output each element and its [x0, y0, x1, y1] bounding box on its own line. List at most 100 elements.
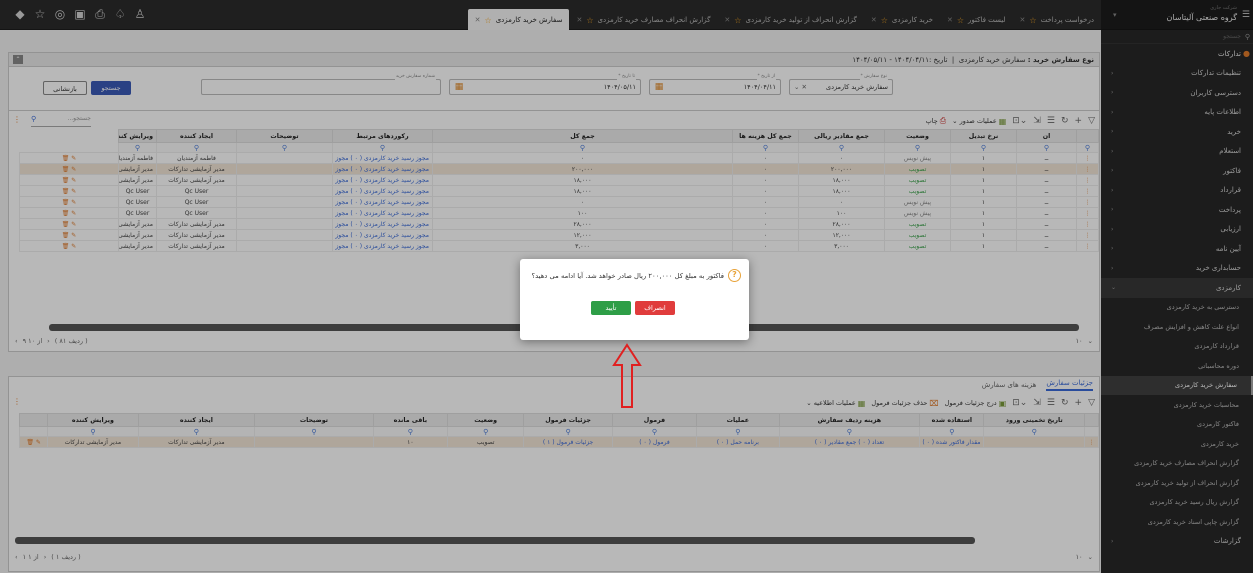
palette-icon[interactable]: ◎ [54, 7, 66, 21]
related-link[interactable]: مجوز حواله انتقال ( ۰ ) [334, 155, 349, 162]
filter-cell[interactable]: ⚲ [778, 426, 921, 437]
related-link[interactable]: مجوز رسید خرید کارمزدی ( ۰ ) [350, 188, 429, 195]
filter-cell[interactable]: ⚲ [523, 426, 613, 437]
related-link[interactable]: مجوز حواله انتقال ( ۰ ) [334, 199, 349, 206]
search-button[interactable]: جستجو [91, 81, 131, 95]
export-icon[interactable]: ⇲ [1033, 398, 1041, 408]
filter-cell[interactable]: ⚲ [884, 142, 951, 153]
pager-nav[interactable]: ‹ [15, 337, 18, 345]
row-menu[interactable]: ⋮ [1076, 196, 1099, 208]
filter-cell[interactable]: ⚲ [47, 426, 139, 437]
list-icon[interactable]: ☰ [1047, 116, 1055, 126]
edit-icon[interactable]: ✎ [71, 232, 76, 239]
related-link[interactable]: مجوز رسید خرید کارمزدی ( ۰ ) [350, 155, 429, 162]
table-row[interactable]: ⋮ ــ ۱ تصویب ۱۸,۰۰۰ ۰ ۱۸,۰۰۰ مجوز رسید خرید کار… [19, 174, 1099, 186]
column-header[interactable]: باقی مانده [372, 413, 449, 427]
delete-icon[interactable]: 🗑 [62, 232, 72, 239]
tab-0[interactable]: درخواست پرداخت ☆ ✕ [1013, 9, 1101, 31]
related-link[interactable]: مجوز رسید خرید کارمزدی ( ۰ ) [350, 232, 429, 239]
related-link[interactable]: مجوز حواله انتقال ( ۰ ) [334, 166, 349, 173]
sidebar-item-7[interactable]: پرداخت ‹ [1101, 200, 1253, 220]
sidebar-item-procurement[interactable]: ● تدارکات [1101, 44, 1253, 64]
ops-cell[interactable]: برنامه حمل ( ۰ ) [696, 436, 780, 448]
delete-icon[interactable]: 🗑 [62, 210, 72, 217]
reset-button[interactable]: بازنشانی [43, 81, 87, 95]
filter-cell[interactable]: ⚲ [432, 142, 733, 153]
edit-icon[interactable]: ✎ [71, 221, 76, 228]
more-icon[interactable]: ⋮ [13, 397, 21, 406]
sidebar-item-4[interactable]: استعلام ‹ [1101, 142, 1253, 162]
column-header[interactable]: استفاده شده [919, 413, 985, 427]
image-icon[interactable]: ▣ [74, 7, 86, 21]
page-indicator[interactable]: ۱ از ۱ [23, 553, 39, 561]
cancel-button[interactable]: انصراف [635, 301, 675, 315]
related-link[interactable]: مجوز رسید خرید کارمزدی ( ۰ ) [350, 243, 429, 250]
windows-logo-icon[interactable]: ◆ [14, 7, 26, 21]
star-icon[interactable]: ☆ [881, 16, 888, 25]
horizontal-scrollbar[interactable] [15, 537, 975, 544]
sidebar-subitem-7[interactable]: خرید کارمزدی [1101, 434, 1253, 454]
export-excel-icon[interactable]: ⊡⌄ [1012, 116, 1027, 126]
bell-icon[interactable]: ♤ [114, 7, 126, 21]
edit-icon[interactable]: ✎ [71, 210, 76, 217]
refresh-icon[interactable]: ↻ [1061, 116, 1069, 126]
row-menu[interactable]: ⋮ [1076, 240, 1099, 252]
column-header[interactable]: ویرایش کننده [47, 413, 139, 427]
notice-ops-menu[interactable]: ▦ عملیات اطلاعیه ⌄ [806, 399, 865, 408]
delete-icon[interactable]: 🗑 [62, 166, 72, 173]
table-row[interactable]: ⋮ ــ ۱ تصویب ۲۸,۰۰۰ ۰ ۲۸,۰۰۰ مجوز رسید خرید کار… [19, 218, 1099, 230]
sidebar-subitem-4[interactable]: سفارش خرید کارمزدی [1101, 375, 1253, 395]
refresh-icon[interactable]: ↻ [1061, 398, 1069, 408]
edit-icon[interactable]: ✎ [71, 243, 76, 250]
filter-cell[interactable]: ⚲ [137, 426, 256, 437]
filter-cell[interactable]: ⚲ [798, 142, 885, 153]
tab-3[interactable]: گزارش انحراف از تولید خرید کارمزدی ☆ ✕ [717, 9, 863, 31]
related-link[interactable]: مجوز حواله انتقال ( ۰ ) [334, 232, 349, 239]
related-link[interactable]: مجوز رسید خرید کارمزدی ( ۰ ) [350, 177, 429, 184]
user-icon[interactable]: ♙ [134, 7, 146, 21]
sidebar-subitem-10[interactable]: گزارش ریال رسید خرید کارمزدی [1101, 493, 1253, 513]
column-header[interactable]: وضعیت [447, 413, 525, 427]
formula-cell[interactable]: فرمول ( ۰ ) [611, 436, 698, 448]
filter-icon[interactable]: ▽ [1088, 398, 1095, 408]
grid-search[interactable]: جستجو... ⚲ [31, 115, 91, 127]
filter-cell[interactable] [1083, 426, 1099, 437]
pager-nav[interactable]: › [44, 553, 47, 561]
from-date-field[interactable]: از تاریخ * ۱۴۰۴/۰۴/۱۱ ▦ [649, 74, 781, 95]
column-header[interactable]: ویرایش کننده [118, 129, 157, 143]
filter-cell[interactable]: ⚲ [372, 426, 449, 437]
column-header[interactable]: هزینه ردیف سفارش [778, 413, 921, 427]
close-icon[interactable]: ✕ [1020, 16, 1026, 24]
sidebar-item-10[interactable]: حسابداری خرید ‹ [1101, 259, 1253, 279]
sidebar-subitem-9[interactable]: گزارش انحراف از تولید خرید کارمزدی [1101, 473, 1253, 493]
tab-1[interactable]: لیست فاکتور ☆ ✕ [940, 9, 1013, 31]
page-indicator[interactable]: ۹ از ۱۰ [23, 337, 43, 345]
sidebar-item-2[interactable]: اطلاعات پایه ‹ [1101, 103, 1253, 123]
related-link[interactable]: مجوز حواله انتقال ( ۰ ) [334, 243, 349, 250]
collapse-icon[interactable]: ⌃ [13, 55, 23, 64]
sidebar-item-reports[interactable]: گزارشات ‹ [1101, 532, 1253, 552]
column-header[interactable]: رکوردهای مرتبط [332, 129, 433, 143]
sidebar-subitem-3[interactable]: دوره محاسباتی [1101, 356, 1253, 376]
page-size[interactable]: ۱۰ ⌄ [1076, 337, 1093, 345]
row-menu[interactable]: ⋮ [1076, 163, 1099, 175]
sidebar-item-6[interactable]: قرارداد ‹ [1101, 181, 1253, 201]
filter-icon[interactable]: ▽ [1088, 116, 1095, 126]
table-row[interactable]: ⋮ ــ ۱ پیش نویس ۰ ۰ ۰ مجوز رسید خرید کارمزدی ( … [19, 152, 1099, 164]
print-icon[interactable]: ⎙ [94, 7, 106, 21]
sidebar-subitem-1[interactable]: انواع علت کاهش و افزایش مصرف [1101, 317, 1253, 337]
sidebar-subitem-6[interactable]: فاکتور کارمزدی [1101, 415, 1253, 435]
delete-icon[interactable]: 🗑 [62, 188, 72, 195]
column-header[interactable]: جمع کل [432, 129, 733, 143]
close-icon[interactable]: ✕ [947, 16, 953, 24]
edit-icon[interactable]: ✎ [71, 155, 76, 162]
row-menu[interactable]: ⋮ [1076, 185, 1099, 197]
column-header[interactable]: جمع مقادیر ریالی [798, 129, 885, 143]
related-link[interactable]: مجوز حواله انتقال ( ۰ ) [334, 188, 349, 195]
column-header[interactable]: وضعیت [884, 129, 951, 143]
column-header[interactable]: ایجاد کننده [156, 129, 237, 143]
issue-ops-menu[interactable]: ▦ عملیات صدور ⌄ [952, 117, 1006, 126]
column-header[interactable]: توضیحات [254, 413, 374, 427]
tab-order-costs[interactable]: هزینه های سفارش [982, 381, 1037, 389]
filter-cell[interactable]: ⚲ [983, 426, 1085, 437]
